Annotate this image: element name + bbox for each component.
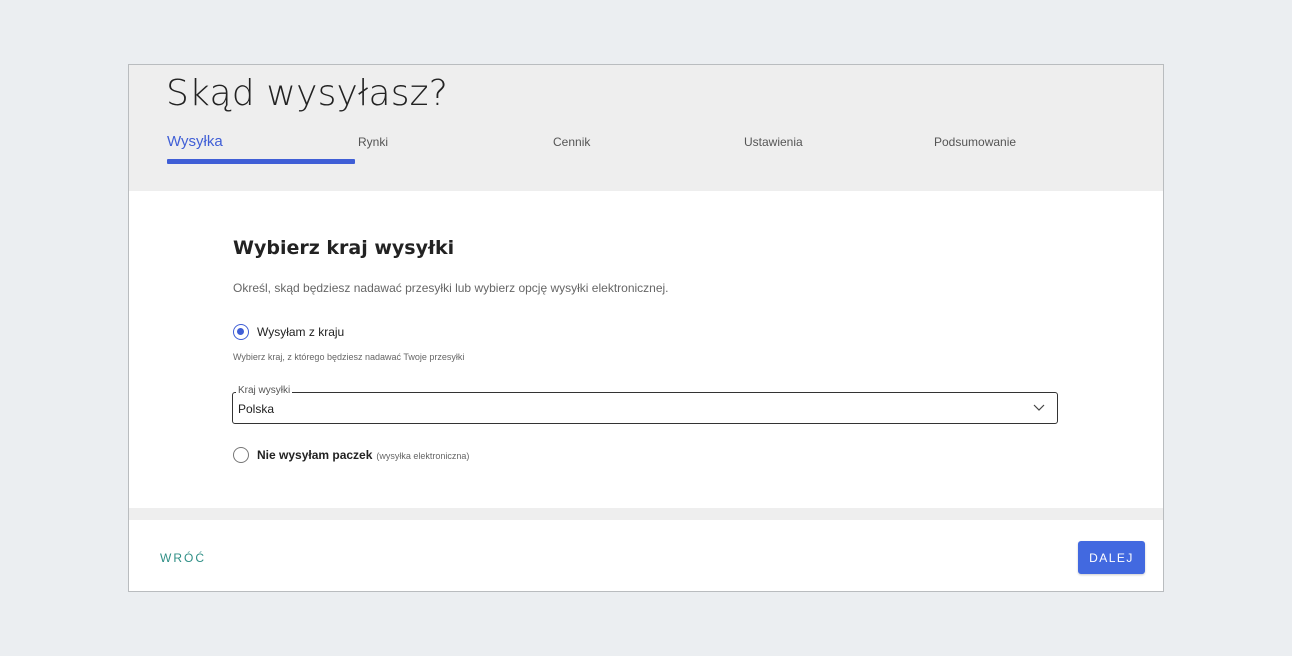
active-tab-indicator: [167, 159, 355, 164]
section-description: Określ, skąd będziesz nadawać przesyłki …: [233, 281, 669, 295]
shipping-wizard-card: Skąd wysyłasz? Wysyłka Rynki Cennik Usta…: [128, 64, 1164, 592]
tab-podsumowanie[interactable]: Podsumowanie: [934, 135, 1016, 149]
page-title: Skąd wysyłasz?: [166, 73, 449, 114]
footer-divider: [129, 508, 1163, 520]
country-select-legend: Kraj wysyłki: [236, 385, 293, 396]
tab-cennik[interactable]: Cennik: [553, 135, 590, 149]
tab-ustawienia[interactable]: Ustawienia: [744, 135, 803, 149]
back-button[interactable]: WRÓĆ: [160, 551, 206, 565]
tab-wysylka[interactable]: Wysyłka: [167, 133, 223, 150]
radio-electronic[interactable]: [233, 447, 249, 463]
country-select-value: Polska: [238, 402, 275, 416]
domestic-helper-text: Wybierz kraj, z którego będziesz nadawać…: [233, 352, 465, 362]
radio-option-domestic[interactable]: Wysyłam z kraju: [233, 324, 344, 340]
radio-electronic-sublabel: (wysyłka elektroniczna): [376, 451, 470, 461]
radio-domestic-label: Wysyłam z kraju: [257, 325, 345, 339]
chevron-down-icon: [1033, 404, 1045, 411]
section-title: Wybierz kraj wysyłki: [233, 237, 455, 259]
radio-electronic-label-group: Nie wysyłam paczek (wysyłka elektroniczna…: [257, 448, 469, 462]
country-select[interactable]: Kraj wysyłki Polska: [232, 385, 1058, 424]
radio-electronic-label: Nie wysyłam paczek: [257, 448, 373, 462]
wizard-header: Skąd wysyłasz? Wysyłka Rynki Cennik Usta…: [129, 65, 1163, 191]
radio-domestic[interactable]: [233, 324, 249, 340]
next-button[interactable]: DALEJ: [1078, 541, 1145, 574]
radio-option-electronic[interactable]: Nie wysyłam paczek (wysyłka elektroniczna…: [233, 447, 469, 463]
tab-rynki[interactable]: Rynki: [358, 135, 388, 149]
